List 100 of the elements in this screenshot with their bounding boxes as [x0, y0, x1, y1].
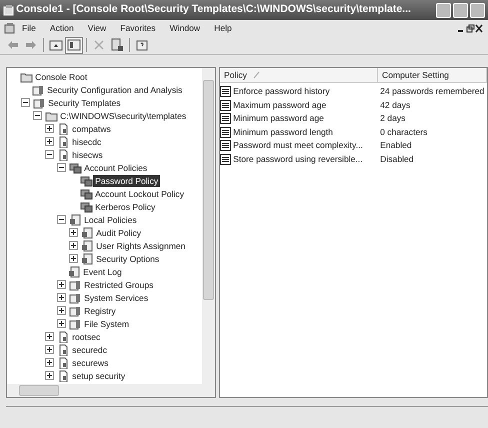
- forward-arrow-icon: [24, 38, 38, 52]
- table-cell-text: Enabled: [379, 139, 412, 152]
- folder-icon: [20, 70, 34, 83]
- tree-item[interactable]: C:\WINDOWS\security\templates: [58, 110, 188, 122]
- template-icon: [69, 278, 82, 291]
- expand-toggle[interactable]: [45, 137, 54, 146]
- panel-button[interactable]: [65, 36, 83, 54]
- tree-item[interactable]: System Services: [82, 292, 150, 304]
- menu-item[interactable]: Action: [42, 22, 81, 34]
- computer-icon: [80, 174, 94, 187]
- tree-item[interactable]: setup security: [70, 370, 128, 382]
- expand-toggle[interactable]: [57, 280, 66, 290]
- expand-toggle[interactable]: [57, 293, 66, 302]
- document-icon: [57, 370, 70, 382]
- document-icon: [57, 136, 70, 148]
- document-icon: [57, 148, 70, 161]
- document-icon: [69, 214, 82, 226]
- template-icon: [32, 84, 46, 96]
- collapse-toggle[interactable]: [57, 215, 66, 224]
- computer-icon: [80, 200, 94, 213]
- tree-item[interactable]: compatws: [70, 122, 113, 135]
- app-icon: [3, 4, 14, 16]
- table-cell-text: 24 passwords remembered: [379, 85, 484, 98]
- expand-toggle[interactable]: [57, 306, 66, 316]
- tree-item[interactable]: Audit Policy: [94, 226, 144, 239]
- tree-item[interactable]: Local Policies: [82, 214, 139, 226]
- tree-item[interactable]: Password Policy: [93, 174, 160, 187]
- horizontal-scrollbar[interactable]: [7, 384, 215, 397]
- expand-toggle[interactable]: [57, 319, 66, 328]
- document-icon: [81, 252, 94, 265]
- vertical-scrollbar[interactable]: [202, 68, 215, 384]
- table-cell: Enforce password history: [233, 85, 330, 98]
- document-icon: [57, 356, 70, 369]
- document-icon: [68, 266, 82, 278]
- tree-item[interactable]: securews: [70, 356, 110, 369]
- tree-item[interactable]: Security Configuration and Analysis: [45, 84, 184, 96]
- delete-icon: [92, 38, 106, 52]
- tree-item[interactable]: hisecws: [70, 148, 105, 161]
- maximize-button[interactable]: [452, 2, 468, 18]
- table-cell-text: Disabled: [379, 152, 414, 166]
- template-icon: [69, 304, 82, 317]
- collapse-toggle[interactable]: [33, 111, 42, 120]
- expand-toggle[interactable]: [69, 228, 78, 238]
- table-cell: Password must meet complexity...: [233, 139, 363, 152]
- folder-icon: [49, 38, 63, 52]
- tree-item[interactable]: Kerberos Policy: [93, 200, 158, 213]
- menu-item[interactable]: Help: [207, 22, 239, 34]
- collapse-toggle[interactable]: [45, 150, 54, 160]
- expand-toggle[interactable]: [69, 241, 78, 250]
- menu-item[interactable]: Favorites: [113, 22, 163, 34]
- expand-toggle[interactable]: [45, 371, 54, 380]
- app-icon: [4, 22, 15, 34]
- minimize-button[interactable]: [436, 2, 451, 18]
- expand-toggle[interactable]: [45, 345, 54, 354]
- template-icon: [33, 96, 46, 109]
- tree-item[interactable]: securedc: [70, 344, 110, 356]
- tree-item[interactable]: User Rights Assignmen: [94, 240, 188, 252]
- export-list-icon: [110, 38, 124, 52]
- expand-toggle[interactable]: [45, 332, 54, 342]
- table-cell-text: 0 characters: [379, 126, 428, 139]
- document-icon: [57, 344, 70, 356]
- help-icon: [135, 38, 149, 52]
- tree-item[interactable]: Event Log: [81, 266, 124, 278]
- expand-toggle[interactable]: [69, 254, 78, 264]
- panel-icon: [67, 38, 81, 52]
- tree-item[interactable]: File System: [82, 318, 132, 330]
- tree-item[interactable]: Console Root: [33, 70, 90, 83]
- restore-icon[interactable]: [466, 24, 475, 32]
- menu-item[interactable]: Window: [162, 22, 208, 34]
- column-header[interactable]: Policy: [220, 68, 378, 82]
- tree-item[interactable]: Account Policies: [82, 162, 150, 174]
- tree-item[interactable]: Security Templates: [46, 96, 123, 109]
- expand-toggle[interactable]: [45, 124, 54, 134]
- document-icon: [81, 226, 94, 239]
- expand-toggle[interactable]: [45, 358, 54, 368]
- tree-item[interactable]: rootsec: [70, 330, 102, 343]
- table-cell-text: 42 days: [379, 98, 410, 112]
- template-icon: [69, 318, 82, 330]
- computer-icon: [69, 162, 82, 174]
- table-cell: Minimum password length: [233, 126, 333, 139]
- close-button[interactable]: [470, 2, 485, 18]
- tree-item[interactable]: Restricted Groups: [82, 278, 156, 291]
- menu-item[interactable]: View: [80, 22, 114, 34]
- table-cell-text: 2 days: [379, 112, 406, 126]
- tree-item[interactable]: Registry: [82, 304, 118, 317]
- collapse-toggle[interactable]: [57, 163, 66, 172]
- document-icon: [57, 122, 70, 135]
- table-cell: Minimum password age: [233, 112, 324, 126]
- close-icon[interactable]: [475, 24, 484, 32]
- tree-item[interactable]: hisecdc: [70, 136, 104, 148]
- table-cell: Store password using reversible...: [233, 152, 363, 166]
- template-icon: [69, 292, 82, 304]
- column-header[interactable]: Computer Setting: [378, 68, 487, 82]
- menu-item[interactable]: File: [15, 22, 43, 34]
- tree-item[interactable]: Account Lockout Policy: [93, 188, 186, 200]
- collapse-toggle[interactable]: [21, 98, 30, 108]
- window-title: Console1 - [Console Root\Security Templates\C:\WINDOWS\security\template...: [16, 2, 412, 18]
- tree-item[interactable]: Security Options: [94, 252, 162, 265]
- table-cell: Maximum password age: [233, 98, 326, 112]
- computer-icon: [80, 188, 94, 200]
